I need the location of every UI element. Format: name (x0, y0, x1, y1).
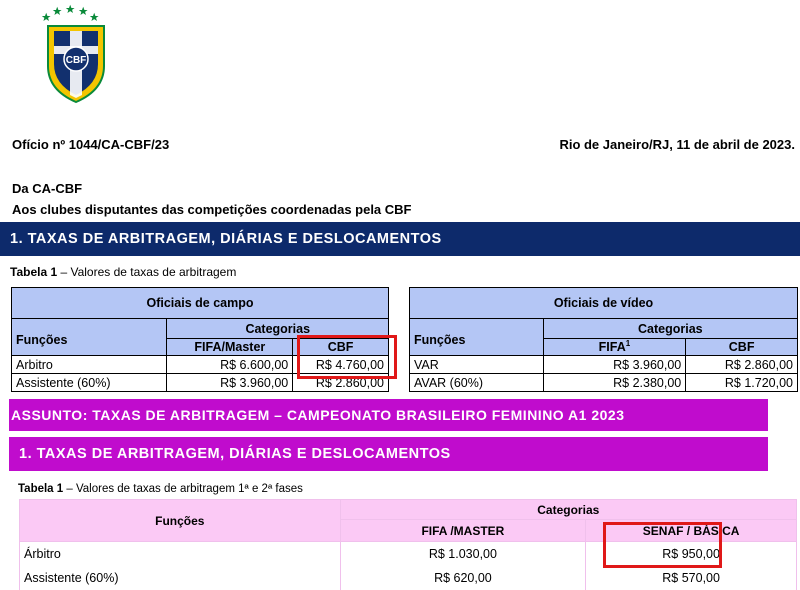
row-funcao: Assistente (60%) (19, 565, 341, 590)
caption-text: – Valores de taxas de arbitragem (57, 265, 237, 279)
table-title: Oficiais de vídeo (409, 287, 798, 319)
column-header-fifa-master: FIFA/Master (166, 338, 294, 356)
column-header-funcoes: Funções (409, 318, 544, 356)
column-header-funcoes: Funções (19, 499, 341, 542)
column-header-fifa-master: FIFA /MASTER (339, 519, 587, 542)
table-caption: Tabela 1 – Valores de taxas de arbitrage… (18, 483, 303, 495)
recipients: Aos clubes disputantes das competições c… (12, 202, 412, 217)
row-value-fifa: R$ 3.960,00 (542, 355, 687, 374)
row-funcao: VAR (409, 355, 544, 374)
caption-text: – Valores de taxas de arbitragem 1ª e 2ª… (63, 483, 303, 495)
row-value-fifa: R$ 2.380,00 (542, 373, 687, 392)
highlight-box-cbf-value (297, 335, 397, 379)
caption-label: Tabela 1 (10, 265, 58, 279)
row-value-fifa: R$ 6.600,00 (166, 355, 294, 374)
section-title-bar: 1. TAXAS DE ARBITRAGEM, DIÁRIAS E DESLOC… (0, 222, 800, 256)
section-title: 1. TAXAS DE ARBITRAGEM, DIÁRIAS E DESLOC… (10, 231, 442, 247)
place-date: Rio de Janeiro/RJ, 11 de abril de 2023. (559, 137, 795, 152)
row-value-cbf: R$ 1.720,00 (685, 373, 798, 392)
row-funcao: Assistente (60%) (10, 373, 168, 392)
cbf-logo: CBF (41, 4, 105, 104)
logo-text: CBF (66, 55, 87, 66)
column-header-fifa-label: FIFA (598, 340, 626, 355)
subject-text: ASSUNTO: TAXAS DE ARBITRAGEM – CAMPEONAT… (11, 407, 625, 423)
footnote-marker: 1 (625, 339, 631, 349)
oficio-number: Ofício nº 1044/CA-CBF/23 (12, 137, 170, 152)
section-title: 1. TAXAS DE ARBITRAGEM, DIÁRIAS E DESLOC… (19, 446, 451, 462)
section-title-bar: 1. TAXAS DE ARBITRAGEM, DIÁRIAS E DESLOC… (9, 437, 768, 471)
table-row: VAR R$ 3.960,00 R$ 2.860,00 (409, 355, 798, 374)
table-caption: Tabela 1 – Valores de taxas de arbitrage… (10, 265, 236, 279)
row-funcao: Arbitro (10, 355, 168, 374)
row-value-cbf: R$ 2.860,00 (685, 355, 798, 374)
row-value-fifa: R$ 3.960,00 (166, 373, 294, 392)
column-header-fifa: FIFA1 (542, 338, 687, 356)
column-header-categorias: Categorias (542, 318, 799, 339)
column-header-cbf: CBF (685, 338, 798, 356)
highlight-box-senaf-value (603, 522, 722, 568)
row-value-fifa: R$ 620,00 (339, 565, 587, 590)
row-value-fifa: R$ 1.030,00 (339, 541, 587, 566)
caption-label: Tabela 1 (18, 483, 64, 495)
video-officials-table: Oficiais de vídeo Funções Categorias FIF… (409, 287, 799, 392)
row-funcao: Árbitro (19, 541, 341, 566)
stars-icon (41, 4, 99, 22)
row-value-senaf: R$ 570,00 (585, 565, 797, 590)
column-header-funcoes: Funções (10, 318, 168, 356)
row-funcao: AVAR (60%) (409, 373, 544, 392)
table-title: Oficiais de campo (11, 287, 389, 319)
sender: Da CA-CBF (12, 181, 83, 196)
table-row: Assistente (60%) R$ 620,00 R$ 570,00 (19, 565, 797, 590)
table-row: AVAR (60%) R$ 2.380,00 R$ 1.720,00 (409, 373, 798, 392)
column-header-categorias: Categorias (339, 499, 798, 520)
subject-bar: ASSUNTO: TAXAS DE ARBITRAGEM – CAMPEONAT… (9, 399, 768, 431)
